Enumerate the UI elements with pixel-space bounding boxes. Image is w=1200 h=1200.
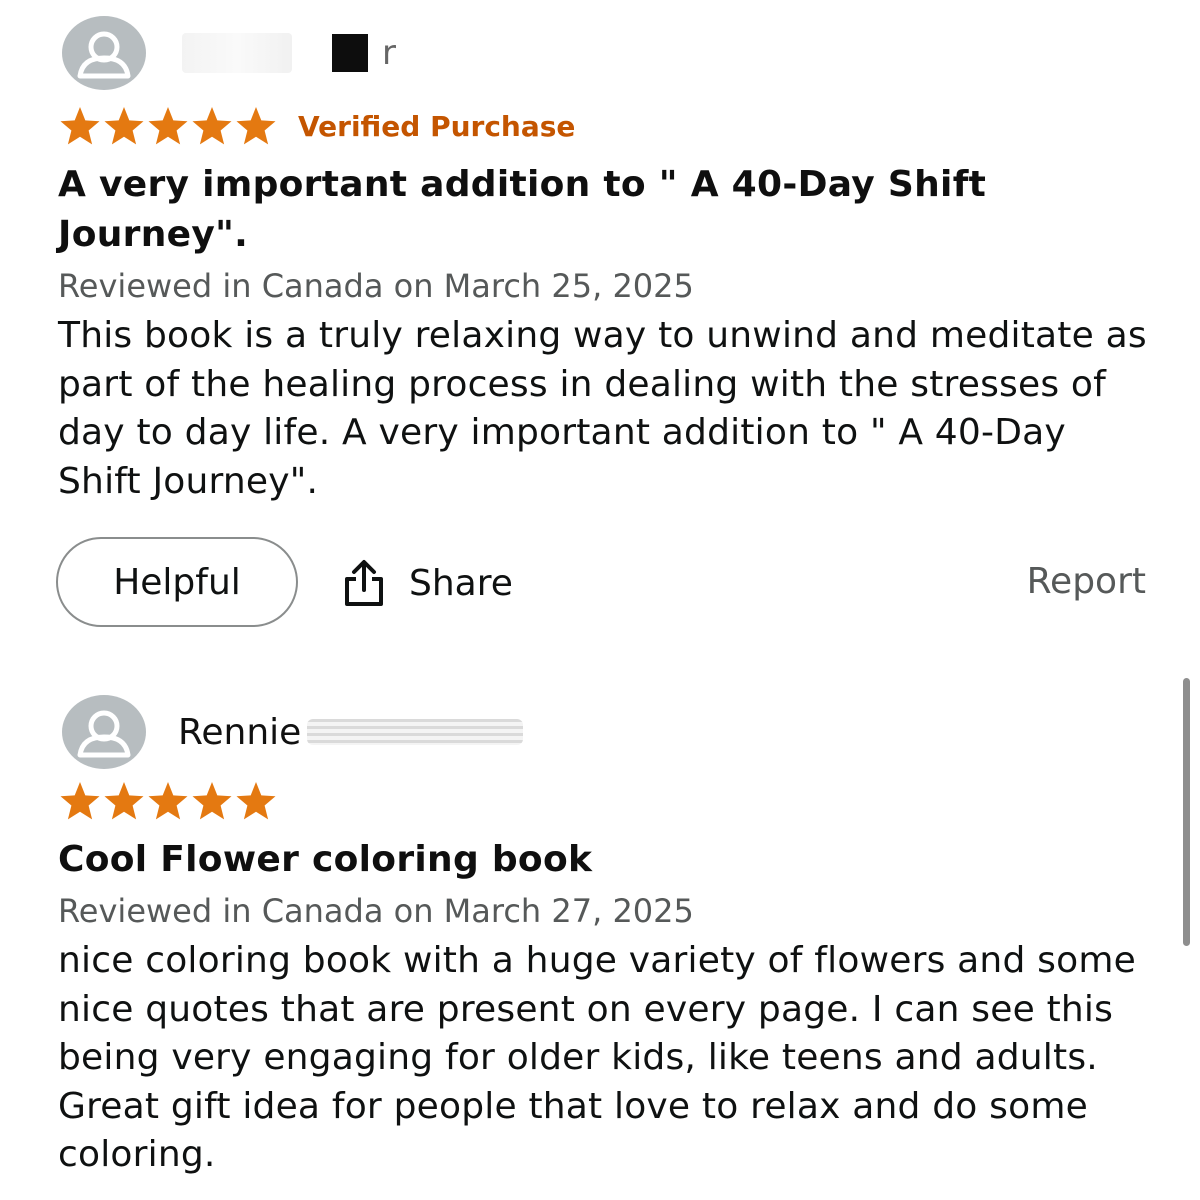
- star-icon: [148, 782, 188, 820]
- star-rating: [58, 780, 278, 822]
- star-icon: [104, 782, 144, 820]
- review-actions: Helpful Share Report: [56, 537, 1146, 630]
- star-icon: [192, 107, 232, 145]
- share-label: Share: [409, 562, 513, 604]
- review-date: Reviewed in Canada on March 27, 2025: [58, 892, 694, 930]
- share-icon: [345, 560, 383, 606]
- star-icon: [236, 107, 276, 145]
- review-body: nice coloring book with a huge variety o…: [58, 940, 1136, 1175]
- review-title: A very important addition to " A 40-Day …: [58, 164, 987, 255]
- reviewer-profile[interactable]: r: [62, 16, 1148, 90]
- review-body: This book is a truly relaxing way to unw…: [58, 315, 1147, 502]
- star-icon: [60, 107, 100, 145]
- review-date: Reviewed in Canada on March 25, 2025: [58, 267, 694, 305]
- verified-purchase-badge: Verified Purchase: [298, 109, 576, 143]
- redacted-name-part: [307, 719, 524, 745]
- rating-row: Verified Purchase: [58, 104, 1148, 148]
- star-rating: [58, 105, 278, 147]
- star-icon: [148, 107, 188, 145]
- redacted-name-block: [332, 34, 368, 72]
- scrollbar[interactable]: [1183, 678, 1190, 946]
- user-avatar-icon: [62, 16, 146, 90]
- review-card: r Verified Purchase A very important add…: [58, 16, 1148, 506]
- report-link[interactable]: Report: [1027, 561, 1146, 602]
- star-icon: [192, 782, 232, 820]
- review-title: Cool Flower coloring book: [58, 839, 593, 880]
- helpful-button[interactable]: Helpful: [56, 537, 298, 627]
- reviewer-profile[interactable]: Rennie: [62, 695, 1148, 769]
- reviewer-name: Rennie: [178, 711, 302, 753]
- share-button[interactable]: Share: [341, 557, 513, 609]
- redacted-name-part: [182, 33, 292, 73]
- rating-row: [58, 779, 1148, 823]
- star-icon: [104, 107, 144, 145]
- review-card: Rennie Cool Flower coloring book Reviewe…: [58, 695, 1148, 1180]
- star-icon: [60, 782, 100, 820]
- star-icon: [236, 782, 276, 820]
- user-avatar-icon: [62, 695, 146, 769]
- reviewer-name: r: [382, 33, 396, 73]
